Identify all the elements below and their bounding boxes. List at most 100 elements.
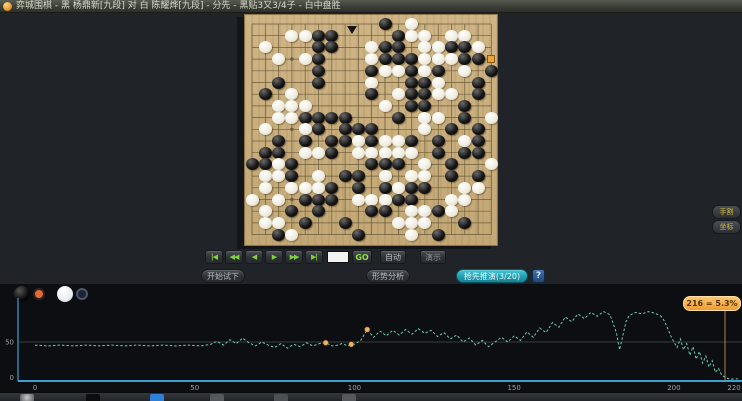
back-1-button[interactable]: ◀	[245, 250, 263, 264]
position-analysis-button[interactable]: 形势分析	[366, 269, 410, 283]
step-forward-icon: ▶	[271, 253, 277, 261]
black-stone	[471, 146, 485, 159]
move-winrate-tooltip: 216 = 5.3%	[683, 296, 741, 311]
black-stone	[272, 146, 286, 159]
engine-analysis-button[interactable]: 抢先推演(3/20)	[456, 269, 528, 283]
fast-forward-icon: ▶▶	[289, 253, 300, 261]
white-stone	[298, 53, 312, 66]
white-stone	[378, 170, 392, 183]
black-stone	[258, 88, 272, 101]
black-stone	[378, 18, 392, 30]
move-number-input[interactable]	[327, 251, 349, 263]
black-stone	[378, 181, 392, 194]
black-stone	[258, 146, 272, 159]
start-trial-button[interactable]: 开始试下	[201, 269, 245, 283]
black-stone	[405, 135, 419, 147]
white-stone	[351, 146, 365, 159]
black-stone	[458, 111, 472, 124]
x-tick-label: 220	[727, 384, 740, 392]
white-stone	[258, 205, 272, 218]
white-stone	[405, 18, 419, 30]
white-stone	[458, 193, 472, 206]
white-stone	[445, 193, 458, 206]
white-stone	[272, 193, 286, 206]
teware-button[interactable]: 手割	[712, 205, 741, 219]
last-move-button[interactable]: ▶|	[305, 250, 323, 264]
black-stone	[351, 228, 365, 241]
white-stone	[285, 228, 299, 241]
go-board[interactable]	[244, 14, 498, 246]
white-stone	[365, 193, 379, 206]
white-stone	[458, 64, 472, 77]
black-stone	[484, 64, 498, 77]
black-stone	[471, 135, 485, 147]
white-stone	[431, 111, 445, 124]
white-stone	[298, 123, 312, 136]
white-stone	[471, 41, 485, 54]
black-stone	[298, 216, 312, 229]
black-stone	[405, 193, 419, 206]
white-stone	[458, 181, 472, 194]
white-stone	[258, 170, 272, 183]
step-back-icon: ◀	[251, 253, 257, 261]
white-stone	[418, 29, 432, 42]
black-stone	[431, 228, 445, 241]
black-stone	[312, 193, 325, 206]
white-stone	[272, 216, 286, 229]
app-icon	[3, 1, 12, 11]
black-stone	[365, 64, 379, 77]
black-stone	[338, 111, 352, 124]
white-stone	[365, 146, 379, 159]
white-stone	[405, 29, 419, 42]
white-stone	[431, 88, 445, 101]
winrate-chart[interactable]: 0 50 100 150 200 220 0 50	[0, 284, 742, 392]
marked-move-dot[interactable]	[364, 326, 371, 333]
white-stone	[245, 193, 259, 206]
last-move-marker-icon	[487, 55, 496, 64]
y-tick-label: 0	[10, 374, 14, 382]
y-tick-label: 50	[5, 339, 14, 347]
black-stone	[445, 170, 458, 183]
white-stone	[365, 76, 379, 89]
black-stone	[338, 170, 352, 183]
white-stone	[431, 53, 445, 66]
first-move-button[interactable]: |◀	[205, 250, 223, 264]
white-stone	[285, 111, 299, 124]
marked-move-dot[interactable]	[322, 339, 329, 346]
help-button[interactable]: ?	[532, 269, 545, 283]
white-stone	[405, 216, 419, 229]
white-stone	[405, 228, 419, 241]
forward-1-button[interactable]: ▶	[265, 250, 283, 264]
white-stone	[312, 181, 325, 194]
white-stone	[431, 76, 445, 89]
white-stone	[391, 135, 405, 147]
variation-triangle-icon	[346, 26, 357, 35]
white-stone	[285, 29, 299, 42]
auto-play-button[interactable]: 自动	[380, 250, 406, 264]
x-tick-label: 150	[507, 384, 520, 392]
black-stone	[338, 123, 352, 136]
go-button[interactable]: GO	[352, 250, 372, 264]
white-stone	[391, 64, 405, 77]
black-stone	[471, 76, 485, 89]
forward-10-button[interactable]: ▶▶	[285, 250, 303, 264]
white-stone	[458, 29, 472, 42]
black-stone	[338, 216, 352, 229]
white-stone	[391, 146, 405, 159]
marked-move-dot[interactable]	[348, 341, 355, 348]
white-stone	[405, 146, 419, 159]
white-stone	[378, 99, 392, 112]
coordinates-button[interactable]: 坐标	[712, 220, 741, 234]
skip-to-start-icon: |◀	[211, 253, 218, 261]
back-10-button[interactable]: ◀◀	[225, 250, 243, 264]
white-stone	[298, 29, 312, 42]
black-stone	[312, 53, 325, 66]
black-stone	[351, 170, 365, 183]
black-stone	[338, 135, 352, 147]
demo-button[interactable]: 演示	[420, 250, 446, 264]
white-stone	[484, 111, 498, 124]
black-stone	[378, 158, 392, 171]
black-stone	[391, 193, 405, 206]
white-stone	[272, 111, 286, 124]
white-stone	[445, 53, 458, 66]
